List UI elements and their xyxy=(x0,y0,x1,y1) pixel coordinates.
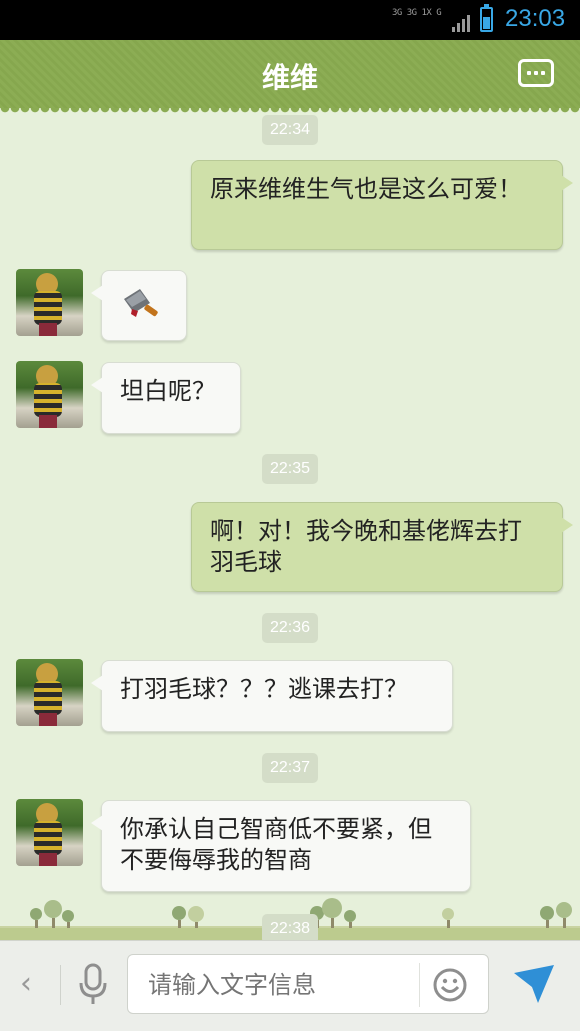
network-type-label: 3G 3G 1X G xyxy=(392,8,442,18)
message-timestamp: 22:37 xyxy=(262,753,319,783)
received-message[interactable]: 你承认自己智商低不要紧，但不要侮辱我的智商 xyxy=(91,800,471,892)
microphone-icon[interactable] xyxy=(78,963,108,1007)
sent-message[interactable]: 啊！对！我今晚和基佬辉去打羽毛球 xyxy=(191,502,573,592)
cleaver-emoji-icon xyxy=(124,289,158,317)
contact-avatar[interactable] xyxy=(16,659,83,726)
send-icon[interactable] xyxy=(512,963,556,1005)
divider xyxy=(60,965,61,1005)
message-input[interactable] xyxy=(148,971,408,999)
signal-strength-icon xyxy=(452,15,470,32)
chevron-left-icon[interactable]: ‹ xyxy=(20,966,32,1001)
message-timestamp: 22:36 xyxy=(262,613,319,643)
signal-indicators: 3G 3G 1X G xyxy=(392,6,470,34)
received-sticker-message[interactable] xyxy=(91,270,187,341)
chat-header: 维维 xyxy=(0,40,580,114)
contact-avatar[interactable] xyxy=(16,361,83,428)
contact-avatar[interactable] xyxy=(16,799,83,866)
received-message[interactable]: 坦白呢？ xyxy=(91,362,241,434)
message-timestamp: 22:35 xyxy=(262,454,319,484)
divider xyxy=(419,963,420,1007)
message-timestamp: 22:34 xyxy=(262,115,319,145)
battery-icon xyxy=(480,4,493,32)
contact-name: 维维 xyxy=(261,61,318,94)
status-time: 23:03 xyxy=(505,5,566,32)
input-bar: ‹ xyxy=(0,940,580,1031)
contact-avatar[interactable] xyxy=(16,269,83,336)
smiley-icon[interactable] xyxy=(433,968,467,1002)
message-input-box[interactable] xyxy=(127,954,489,1014)
status-bar: 3G 3G 1X G 23:03 xyxy=(0,0,580,40)
message-text: 你承认自己智商低不要紧，但不要侮辱我的智商 xyxy=(120,815,432,874)
message-text: 坦白呢？ xyxy=(120,377,216,405)
message-text: 打羽毛球？？？逃课去打？ xyxy=(120,675,408,703)
received-message[interactable]: 打羽毛球？？？逃课去打？ xyxy=(91,660,453,732)
sent-message[interactable]: 原来维维生气也是这么可爱！ xyxy=(191,160,573,250)
message-list[interactable]: 22:34 原来维维生气也是这么可爱！ 坦白呢？ 22:35 啊！对！我今晚和基… xyxy=(0,108,580,944)
message-text: 原来维维生气也是这么可爱！ xyxy=(210,175,522,203)
message-text: 啊！对！我今晚和基佬辉去打羽毛球 xyxy=(210,517,522,576)
more-menu-icon[interactable] xyxy=(518,59,554,87)
